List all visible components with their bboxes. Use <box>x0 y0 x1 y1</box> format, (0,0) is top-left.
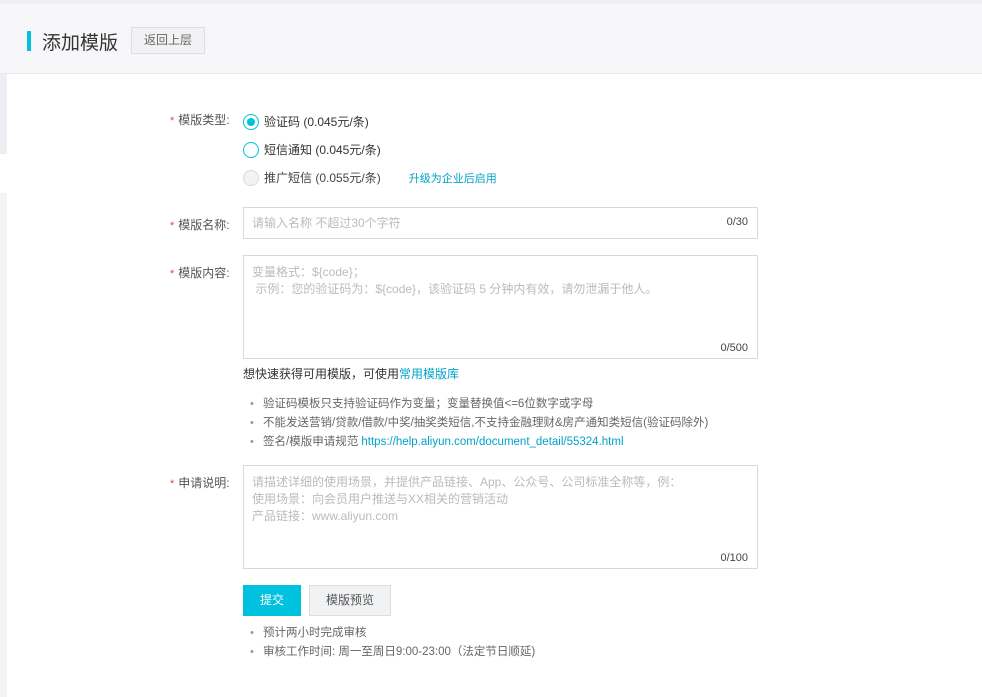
type-label: * 模版类型: <box>170 111 230 128</box>
required-mark: * <box>170 478 175 490</box>
tip-item: 审核工作时间: 周一至周日9:00-23:00（法定节日顺延) <box>250 643 535 662</box>
upgrade-link[interactable]: 升级为企业后启用 <box>409 170 497 186</box>
required-mark: * <box>170 115 175 127</box>
radio-disabled-icon <box>243 169 259 186</box>
submit-button[interactable]: 提交 <box>243 585 301 616</box>
apply-placeholder: 请描述详细的使用场景，并提供产品链接、App、公众号、公司标准全称等，例： 使用… <box>252 475 682 523</box>
template-library-link[interactable]: 常用模版库 <box>399 367 459 381</box>
radio-option-promo: 推广短信 (0.055元/条) 升级为企业后启用 <box>243 169 497 186</box>
required-mark: * <box>170 220 175 232</box>
radio-checked-icon[interactable] <box>243 113 259 130</box>
apply-counter: 0/100 <box>720 552 748 564</box>
content-label: * 模版内容: <box>170 264 230 281</box>
quick-text: 想快速获得可用模版，可使用 <box>243 367 400 381</box>
apply-label-text: 申请说明: <box>178 476 230 490</box>
left-edge-strip <box>0 74 7 154</box>
back-button[interactable]: 返回上层 <box>131 27 205 54</box>
radio-label: 验证码 (0.045元/条) <box>264 115 369 129</box>
spec-link[interactable]: https://help.aliyun.com/document_detail/… <box>361 436 623 448</box>
tip-item: 不能发送营销/贷款/借款/中奖/抽奖类短信,不支持金融理财&房产通知类短信(验证… <box>250 414 708 433</box>
tip-spec-text: 签名/模版申请规范 <box>263 436 362 448</box>
name-label: * 模版名称: <box>170 216 230 233</box>
title-accent-bar <box>27 31 31 51</box>
name-label-text: 模版名称: <box>178 218 230 232</box>
radio-label: 推广短信 (0.055元/条) <box>264 171 381 185</box>
type-label-text: 模版类型: <box>178 113 230 127</box>
name-counter: 0/30 <box>726 216 748 228</box>
content-label-text: 模版内容: <box>178 266 230 280</box>
left-edge-strip <box>0 193 7 697</box>
apply-textarea[interactable]: 请描述详细的使用场景，并提供产品链接、App、公众号、公司标准全称等，例： 使用… <box>243 465 758 569</box>
name-placeholder: 请输入名称 不超过30个字符 <box>252 216 401 230</box>
apply-label: * 申请说明: <box>170 474 230 491</box>
page-header: 添加模版 返回上层 <box>0 4 982 74</box>
required-mark: * <box>170 268 175 280</box>
name-input[interactable]: 请输入名称 不超过30个字符 0/30 <box>243 207 758 239</box>
content-placeholder: 变量格式：${code}； 示例：您的验证码为：${code}，该验证码 5 分… <box>252 265 658 296</box>
radio-label: 短信通知 (0.045元/条) <box>264 143 381 157</box>
tip-item: 预计两小时完成审核 <box>250 624 535 643</box>
radio-option-notice[interactable]: 短信通知 (0.045元/条) <box>243 141 381 158</box>
tip-item: 验证码模板只支持验证码作为变量；变量替换值<=6位数字或字母 <box>250 395 708 414</box>
radio-option-verify[interactable]: 验证码 (0.045元/条) <box>243 113 369 130</box>
quick-template-hint: 想快速获得可用模版，可使用常用模版库 <box>243 365 459 382</box>
content-textarea[interactable]: 变量格式：${code}； 示例：您的验证码为：${code}，该验证码 5 分… <box>243 255 758 359</box>
page-title: 添加模版 <box>42 33 119 54</box>
radio-icon[interactable] <box>243 141 259 158</box>
preview-button[interactable]: 模版预览 <box>309 585 391 616</box>
review-tips: 预计两小时完成审核 审核工作时间: 周一至周日9:00-23:00（法定节日顺延… <box>250 624 535 662</box>
tip-item: 签名/模版申请规范 https://help.aliyun.com/docume… <box>250 433 708 452</box>
content-tips: 验证码模板只支持验证码作为变量；变量替换值<=6位数字或字母 不能发送营销/贷款… <box>250 395 708 452</box>
content-counter: 0/500 <box>720 342 748 354</box>
